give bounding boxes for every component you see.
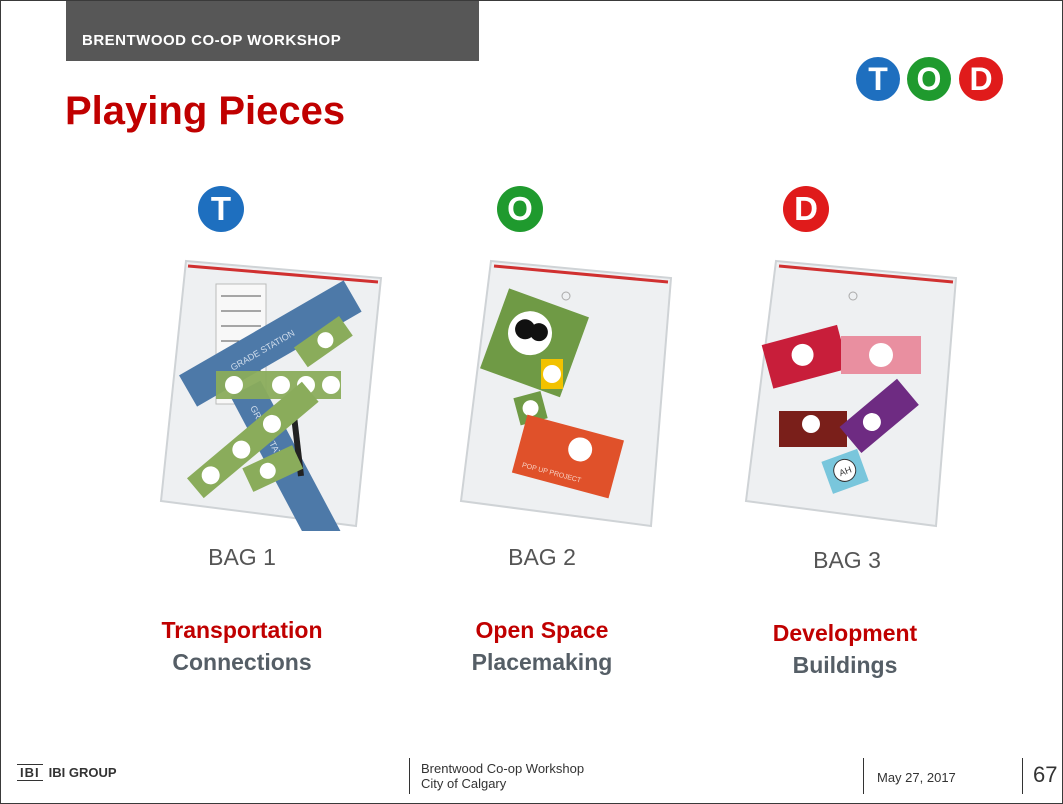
transportation-t-icon: T xyxy=(198,186,244,232)
category-subtitle: Connections xyxy=(172,649,312,675)
category-title: Development xyxy=(772,620,918,646)
open-space-o-icon: O xyxy=(497,186,543,232)
category-transportation: Transportation Connections xyxy=(122,614,362,678)
page-number: 67 xyxy=(1033,762,1058,787)
footer-divider xyxy=(409,758,410,794)
footer-date: May 27, 2017 xyxy=(877,770,956,785)
footer-divider xyxy=(863,758,864,794)
bag-2-label: BAG 2 xyxy=(508,544,576,570)
category-title: Open Space xyxy=(475,617,609,643)
logo-o-icon: O xyxy=(907,57,951,101)
slide: BRENTWOOD CO-OP WORKSHOP Playing Pieces … xyxy=(0,0,1063,804)
workshop-label: BRENTWOOD CO-OP WORKSHOP xyxy=(82,32,342,49)
bag-3-label: BAG 3 xyxy=(813,547,881,573)
category-subtitle: Buildings xyxy=(792,652,898,678)
category-title: Transportation xyxy=(161,617,323,643)
development-d-icon: D xyxy=(783,186,829,232)
footer-workshop: Brentwood Co-op Workshop City of Calgary xyxy=(421,761,584,791)
ibi-logo-mark: IBI xyxy=(17,764,43,781)
logo-t-icon: T xyxy=(856,57,900,101)
category-open-space: Open Space Placemaking xyxy=(422,614,662,678)
bag-2-image: PA POP UP PROJECT xyxy=(459,259,673,528)
footer-workshop-line1: Brentwood Co-op Workshop xyxy=(421,761,585,776)
company-name: IBI GROUP xyxy=(48,765,117,780)
bag-3-image: AH xyxy=(744,259,958,528)
category-development: Development Buildings xyxy=(725,617,965,681)
logo-d-icon: D xyxy=(959,57,1003,101)
ibi-group-logo: IBI IBI GROUP xyxy=(17,764,117,781)
header-band: BRENTWOOD CO-OP WORKSHOP xyxy=(66,1,479,61)
page-title: Playing Pieces xyxy=(65,89,346,133)
footer-divider xyxy=(1022,758,1023,794)
footer-workshop-line2: City of Calgary xyxy=(421,776,507,791)
category-subtitle: Placemaking xyxy=(471,649,613,675)
bag-1-label: BAG 1 xyxy=(208,544,276,570)
bag-1-image: GRADE STATION GRADE STATION xyxy=(159,259,383,531)
